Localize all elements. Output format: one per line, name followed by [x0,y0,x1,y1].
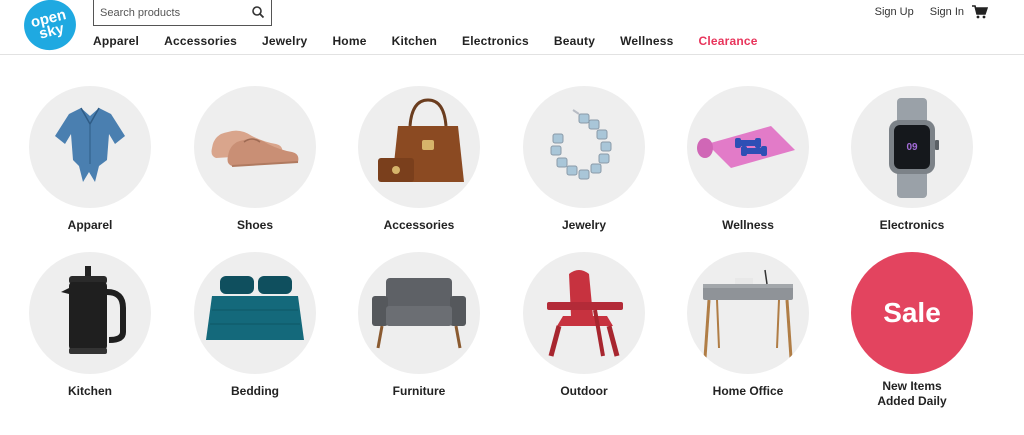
category-label: Jewelry [561,218,607,232]
category-apparel[interactable]: Apparel [28,86,152,233]
sale-badge: Sale [851,252,973,374]
nav-electronics[interactable]: Electronics [462,34,529,48]
category-label: Outdoor [560,384,608,398]
yoga-mat-image [687,86,809,208]
category-label: Apparel [67,218,113,232]
nav-beauty[interactable]: Beauty [554,34,595,48]
opensky-logo[interactable]: open sky [18,0,82,56]
category-outdoor[interactable]: Outdoor [522,252,646,399]
sale-caption: New Items Added Daily [850,379,974,409]
sign-up-link[interactable]: Sign Up [875,6,914,18]
desk-image [687,252,809,374]
adirondack-chair-image [523,252,645,374]
main-nav: Apparel Accessories Jewelry Home Kitchen… [93,34,783,48]
category-furniture[interactable]: Furniture [357,252,481,399]
category-shoes[interactable]: Shoes [193,86,317,233]
loveseat-image [358,252,480,374]
search-input[interactable] [94,1,244,24]
category-jewelry[interactable]: Jewelry [522,86,646,233]
category-label: Wellness [722,218,774,232]
search-icon[interactable] [251,5,265,19]
category-wellness[interactable]: Wellness [686,86,810,233]
category-label: Bedding [231,384,279,398]
category-electronics[interactable]: 09 Electronics [850,86,974,233]
nav-wellness[interactable]: Wellness [620,34,673,48]
shoes-image [194,86,316,208]
category-label: Home Office [712,384,784,398]
nav-apparel[interactable]: Apparel [93,34,139,48]
svg-text:09: 09 [906,142,918,153]
shirt-image [29,86,151,208]
category-label: Furniture [392,384,446,398]
nav-kitchen[interactable]: Kitchen [392,34,437,48]
nav-accessories[interactable]: Accessories [164,34,237,48]
cart-icon[interactable] [972,5,988,19]
site-header: open sky Apparel Accessories Jewelry Hom… [0,0,1024,56]
sale-caption-line1: New Items [882,379,942,393]
smartwatch-image: 09 [851,86,973,208]
category-label: Accessories [383,218,455,232]
category-label: Kitchen [67,384,112,398]
account-links: Sign Up Sign In [859,6,964,18]
sale-caption-line2: Added Daily [877,394,947,408]
category-label: Shoes [236,218,273,232]
category-sale[interactable]: Sale New Items Added Daily [850,252,974,409]
category-accessories[interactable]: Accessories [357,86,481,233]
sale-badge-text: Sale [883,297,941,328]
search-box [93,0,272,26]
handbag-image [358,86,480,208]
category-home-office[interactable]: Home Office [686,252,810,399]
category-label: Electronics [879,218,945,232]
comforter-image [194,252,316,374]
nav-home[interactable]: Home [332,34,366,48]
nav-clearance[interactable]: Clearance [699,34,758,48]
nav-jewelry[interactable]: Jewelry [262,34,307,48]
sign-in-link[interactable]: Sign In [930,6,964,18]
bracelet-image [523,86,645,208]
category-kitchen[interactable]: Kitchen [28,252,152,399]
category-bedding[interactable]: Bedding [193,252,317,399]
logo-text-line2: sky [37,20,66,43]
french-press-image [29,252,151,374]
